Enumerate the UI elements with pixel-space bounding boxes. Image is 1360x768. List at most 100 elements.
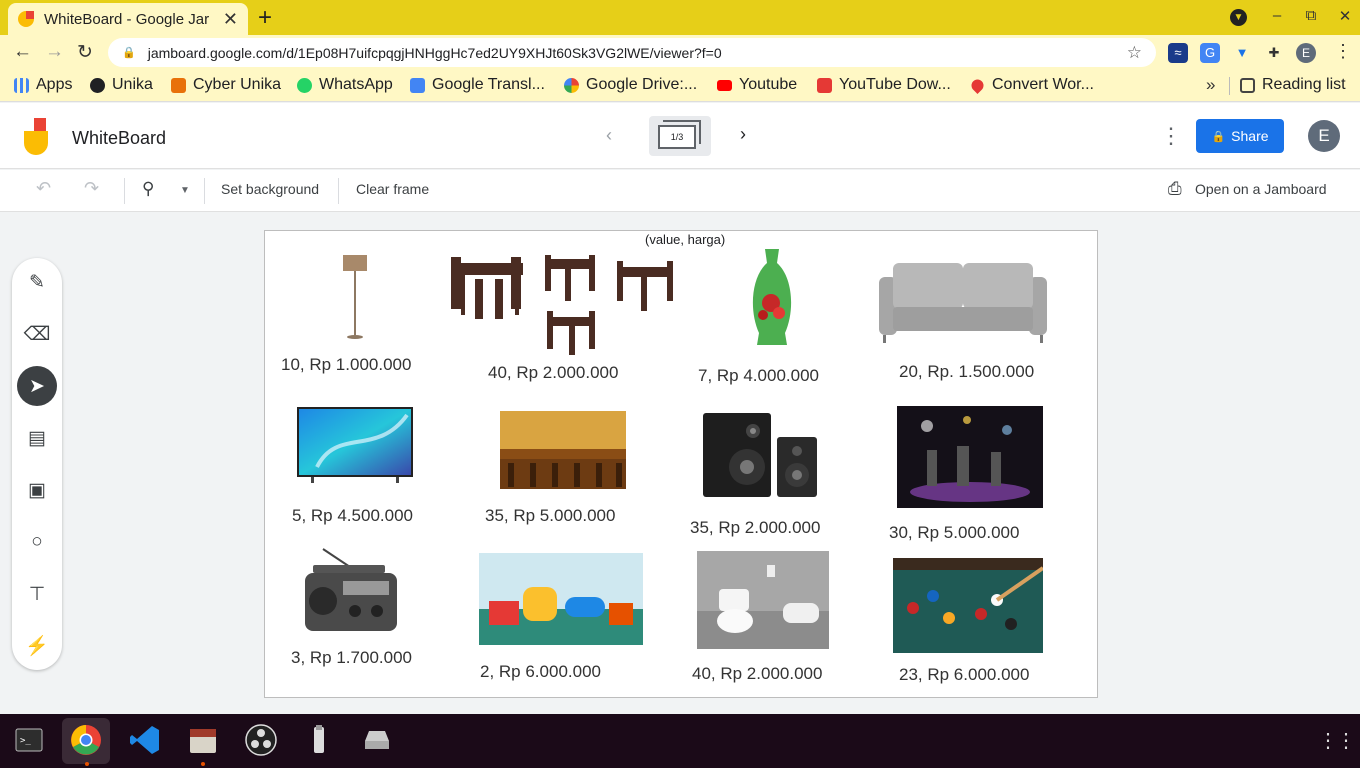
shape-tool[interactable]: ○ xyxy=(17,522,57,562)
item-caption[interactable]: 40, Rp 2.000.000 xyxy=(488,363,618,383)
bookmark-google-drive[interactable]: Google Drive:... xyxy=(564,76,697,94)
open-on-jamboard-button[interactable]: Open on a Jamboard xyxy=(1195,181,1327,197)
bookmark-cyber-unika[interactable]: Cyber Unika xyxy=(171,76,281,94)
app-launcher-icon[interactable]: ⋮⋮⋮ xyxy=(1318,728,1360,753)
television-image[interactable] xyxy=(297,407,415,485)
reading-list-button[interactable]: Reading list xyxy=(1240,76,1346,94)
item-caption[interactable]: 2, Rp 6.000.000 xyxy=(480,662,601,682)
bookmark-whatsapp[interactable]: WhatsApp xyxy=(297,76,393,94)
download-icon xyxy=(817,77,832,93)
item-caption[interactable]: 7, Rp 4.000.000 xyxy=(698,366,819,386)
zoom-icon[interactable]: ⚲ xyxy=(142,179,154,199)
puzzle-extensions-icon[interactable]: ✚ xyxy=(1264,43,1284,63)
radio-image[interactable] xyxy=(303,545,399,635)
grey-sofa-image[interactable] xyxy=(879,261,1049,345)
browser-tab[interactable]: WhiteBoard - Google Jar ✕ xyxy=(8,3,248,35)
item-caption[interactable]: 35, Rp 2.000.000 xyxy=(690,518,820,538)
tab-close-icon[interactable]: ✕ xyxy=(223,9,238,30)
whiteboard-frame[interactable]: (value, harga) 10, Rp 1.000.000 40, Rp 2… xyxy=(264,230,1098,698)
bookmark-youtube[interactable]: Youtube xyxy=(717,76,797,94)
laser-tool[interactable]: ⚡ xyxy=(17,626,57,666)
extension-icon[interactable]: ≈ xyxy=(1168,43,1188,63)
item-caption[interactable]: 40, Rp 2.000.000 xyxy=(692,664,822,684)
clear-frame-button[interactable]: Clear frame xyxy=(356,181,429,197)
tab-search-icon[interactable]: ▼ xyxy=(1230,9,1247,26)
cast-to-jamboard-icon[interactable]: ⎙ xyxy=(1168,179,1182,199)
account-avatar[interactable]: E xyxy=(1308,120,1340,152)
frame-indicator: 1/3 xyxy=(658,125,696,149)
tool-rail: ✎ ⌫ ➤ ▤ ▣ ○ ⊤ ⚡ xyxy=(12,258,62,670)
item-caption[interactable]: 10, Rp 1.000.000 xyxy=(281,355,411,375)
bookmarks-more-button[interactable]: » xyxy=(1206,75,1215,95)
new-tab-button[interactable]: + xyxy=(258,4,272,32)
item-caption[interactable]: 20, Rp. 1.500.000 xyxy=(899,362,1034,382)
back-button[interactable]: ← xyxy=(13,41,32,63)
profile-avatar[interactable]: E xyxy=(1296,43,1316,63)
redo-icon[interactable]: ↷ xyxy=(84,178,99,199)
disk-icon[interactable] xyxy=(360,723,394,757)
jamboard-favicon-icon xyxy=(18,11,34,27)
dining-tables-image[interactable] xyxy=(449,249,679,357)
zoom-dropdown-icon[interactable]: ▼ xyxy=(180,185,190,196)
header-note[interactable]: (value, harga) xyxy=(645,232,725,247)
forward-button[interactable]: → xyxy=(45,41,64,63)
reload-button[interactable]: ↻ xyxy=(77,41,93,64)
frame-bar-toggle[interactable]: 1/3 xyxy=(649,116,711,156)
share-button[interactable]: 🔒 Share xyxy=(1196,119,1284,153)
vscode-icon[interactable] xyxy=(128,723,162,757)
eraser-tool[interactable]: ⌫ xyxy=(17,314,57,354)
image-tool[interactable]: ▣ xyxy=(17,470,57,510)
google-icon xyxy=(564,77,579,93)
previous-frame-button[interactable]: ‹ xyxy=(606,125,612,146)
pen-tool[interactable]: ✎ xyxy=(17,262,57,302)
browser-toolbar: ← → ↻ 🔒 jamboard.google.com/d/1Ep08H7uif… xyxy=(0,35,1360,70)
window-close-button[interactable]: ✕ xyxy=(1328,7,1360,25)
whatsapp-icon xyxy=(297,77,312,93)
toilet-image[interactable] xyxy=(697,551,829,649)
floor-lamp-image[interactable] xyxy=(335,253,375,341)
vpn-extension-icon[interactable]: ▼ xyxy=(1232,43,1252,63)
browser-menu-icon[interactable]: ⋮ xyxy=(1334,41,1352,62)
toolbar-divider xyxy=(204,178,205,204)
bookmark-google-translate[interactable]: Google Transl... xyxy=(410,76,545,94)
board-title[interactable]: WhiteBoard xyxy=(72,128,166,149)
files-icon[interactable] xyxy=(186,723,220,757)
billiard-table-image[interactable] xyxy=(893,558,1043,653)
item-caption[interactable]: 30, Rp 5.000.000 xyxy=(889,523,1019,543)
lock-icon[interactable]: 🔒 xyxy=(122,46,136,59)
bookmark-convert-word[interactable]: Convert Wor... xyxy=(969,76,1094,94)
bookmark-apps[interactable]: Apps xyxy=(14,76,72,94)
next-frame-button[interactable]: › xyxy=(740,124,746,145)
live-stage-image[interactable] xyxy=(897,406,1043,508)
text-box-tool[interactable]: ⊤ xyxy=(17,574,57,614)
address-bar[interactable]: 🔒 jamboard.google.com/d/1Ep08H7uifcpqgjH… xyxy=(108,38,1156,67)
chrome-icon[interactable] xyxy=(69,723,103,757)
restore-button[interactable]: ⧉ xyxy=(1294,7,1328,25)
obs-icon[interactable] xyxy=(244,723,278,757)
item-caption[interactable]: 3, Rp 1.700.000 xyxy=(291,648,412,668)
item-caption[interactable]: 5, Rp 4.500.000 xyxy=(292,506,413,526)
svg-text:>_: >_ xyxy=(20,736,31,746)
set-background-button[interactable]: Set background xyxy=(221,181,319,197)
speakers-image[interactable] xyxy=(701,411,819,499)
bookmark-youtube-downloader[interactable]: YouTube Dow... xyxy=(817,76,951,94)
terminal-icon[interactable]: >_ xyxy=(12,723,46,757)
bookmark-unika[interactable]: Unika xyxy=(90,76,153,94)
item-caption[interactable]: 35, Rp 5.000.000 xyxy=(485,506,615,526)
undo-icon[interactable]: ↶ xyxy=(36,178,51,199)
sticky-note-tool[interactable]: ▤ xyxy=(17,418,57,458)
reading-list-icon xyxy=(1240,77,1255,93)
lock-icon: 🔒 xyxy=(1211,130,1226,143)
select-tool[interactable]: ➤ xyxy=(17,366,57,406)
bar-counter-image[interactable] xyxy=(500,411,626,489)
usb-drive-icon[interactable] xyxy=(302,723,336,757)
edit-toolbar: ↶ ↷ ⚲ ▼ Set background Clear frame ⎙ Ope… xyxy=(0,170,1360,212)
kids-playroom-image[interactable] xyxy=(479,553,643,645)
minimize-button[interactable]: – xyxy=(1260,7,1294,25)
green-vase-image[interactable] xyxy=(747,247,797,349)
bookmark-star-icon[interactable]: ☆ xyxy=(1127,43,1142,63)
running-indicator xyxy=(201,762,205,766)
translate-extension-icon[interactable]: G xyxy=(1200,43,1220,63)
more-options-icon[interactable]: ⋮ xyxy=(1160,123,1182,149)
item-caption[interactable]: 23, Rp 6.000.000 xyxy=(899,665,1029,685)
